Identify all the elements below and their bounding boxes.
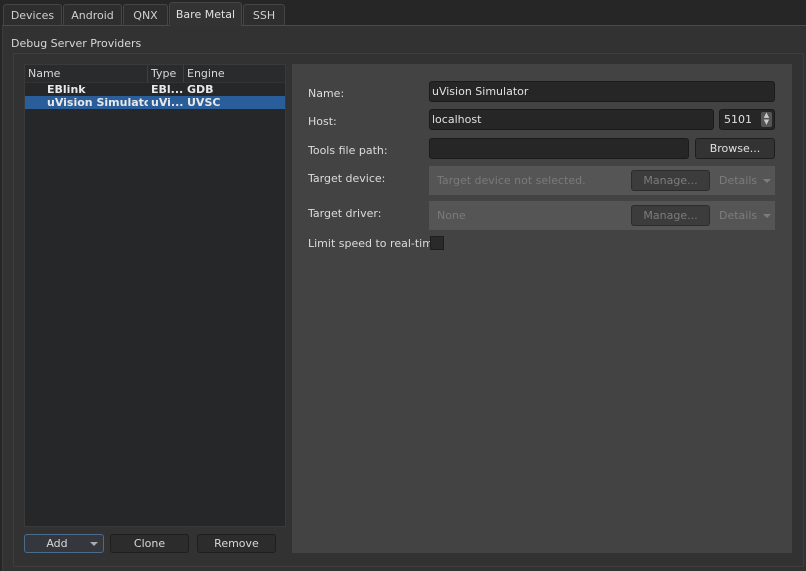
manage-device-button[interactable]: Manage... bbox=[631, 170, 710, 191]
target-device-field: Target device not selected. Manage... De… bbox=[429, 166, 775, 195]
tab-android[interactable]: Android bbox=[63, 4, 122, 25]
details-label: Details bbox=[719, 174, 758, 187]
remove-button[interactable]: Remove bbox=[197, 534, 276, 553]
target-device-value: Target device not selected. bbox=[437, 174, 586, 187]
limit-speed-checkbox[interactable] bbox=[430, 236, 444, 250]
add-button[interactable]: Add bbox=[24, 534, 104, 553]
limit-speed-label: Limit speed to real-time: bbox=[308, 237, 444, 250]
add-label: Add bbox=[46, 537, 68, 550]
target-driver-label: Target driver: bbox=[308, 207, 382, 220]
host-input[interactable]: localhost bbox=[429, 109, 714, 130]
port-value: 5101 bbox=[724, 113, 752, 126]
tools-path-input[interactable] bbox=[429, 138, 689, 159]
row-engine: UVSC bbox=[187, 96, 221, 109]
table-header: Name Type Engine bbox=[25, 65, 285, 83]
tab-devices[interactable]: Devices bbox=[3, 4, 62, 25]
target-driver-field: None Manage... Details bbox=[429, 201, 775, 230]
group-title: Debug Server Providers bbox=[11, 37, 142, 50]
column-name[interactable]: Name bbox=[25, 65, 148, 82]
target-device-label: Target device: bbox=[308, 172, 386, 185]
details-label: Details bbox=[719, 209, 758, 222]
host-label: Host: bbox=[308, 115, 337, 128]
browse-button[interactable]: Browse... bbox=[695, 138, 775, 159]
target-driver-value: None bbox=[437, 209, 466, 222]
clone-button[interactable]: Clone bbox=[110, 534, 189, 553]
tab-bare-metal[interactable]: Bare Metal bbox=[169, 2, 242, 26]
manage-driver-button[interactable]: Manage... bbox=[631, 205, 710, 226]
tools-path-label: Tools file path: bbox=[308, 144, 388, 157]
table-row[interactable]: uVision Simulator uVi... UVSC bbox=[25, 96, 285, 109]
provider-settings-panel: Name: uVision Simulator Host: localhost … bbox=[292, 64, 792, 553]
row-name: uVision Simulator bbox=[47, 96, 148, 109]
spin-arrows-icon[interactable]: ▲ ▼ bbox=[761, 112, 772, 127]
chevron-down-icon bbox=[763, 214, 772, 218]
row-name: EBlink bbox=[47, 83, 86, 96]
provider-list[interactable]: Name Type Engine EBlink EBl... GDB uVisi… bbox=[24, 64, 286, 527]
tab-bar: Devices Android QNX Bare Metal SSH bbox=[0, 0, 806, 26]
column-type[interactable]: Type bbox=[148, 65, 184, 82]
port-spinbox[interactable]: 5101 ▲ ▼ bbox=[719, 109, 775, 130]
details-driver-toggle[interactable]: Details bbox=[719, 209, 772, 222]
name-input[interactable]: uVision Simulator bbox=[429, 81, 775, 102]
row-type: EBl... bbox=[151, 83, 184, 96]
row-engine: GDB bbox=[187, 83, 214, 96]
row-type: uVi... bbox=[151, 96, 184, 109]
dropdown-arrow-icon bbox=[90, 542, 98, 546]
table-row[interactable]: EBlink EBl... GDB bbox=[25, 83, 285, 96]
tab-qnx[interactable]: QNX bbox=[123, 4, 168, 25]
tab-ssh[interactable]: SSH bbox=[243, 4, 285, 25]
details-device-toggle[interactable]: Details bbox=[719, 174, 772, 187]
chevron-down-icon bbox=[763, 179, 772, 183]
name-label: Name: bbox=[308, 87, 345, 100]
column-engine[interactable]: Engine bbox=[184, 65, 285, 82]
